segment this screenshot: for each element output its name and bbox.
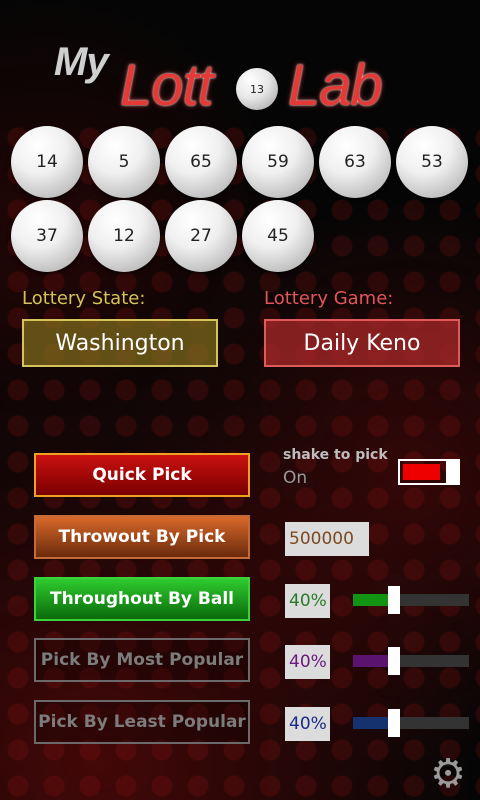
least-popular-percent-slider[interactable] (353, 709, 469, 737)
lottery-game-select[interactable]: Daily Keno (264, 319, 460, 367)
slider-thumb[interactable] (387, 586, 400, 614)
throwout-by-pick-button[interactable]: Throwout By Pick (34, 515, 250, 559)
app-logo: My Lott 13 Lab (50, 34, 430, 118)
number-ball: 37 (11, 200, 83, 272)
least-popular-percent-value: 40% (285, 707, 330, 741)
lottery-state-select[interactable]: Washington (22, 319, 218, 367)
slider-thumb[interactable] (387, 647, 400, 675)
most-popular-percent-value: 40% (285, 645, 330, 679)
pick-least-popular-button[interactable]: Pick By Least Popular (34, 700, 250, 744)
slider-thumb[interactable] (387, 709, 400, 737)
most-popular-percent-slider[interactable] (353, 647, 469, 675)
number-ball: 27 (165, 200, 237, 272)
quick-pick-button[interactable]: Quick Pick (34, 453, 250, 497)
logo-my: My (54, 40, 109, 84)
number-ball: 14 (11, 126, 83, 198)
number-ball: 45 (242, 200, 314, 272)
toggle-knob[interactable] (446, 459, 460, 485)
logo-lab: Lab (288, 53, 383, 118)
gear-icon[interactable]: ⚙ (428, 754, 468, 794)
throughout-by-ball-button[interactable]: Throughout By Ball (34, 577, 250, 621)
logo-ball: 13 (236, 68, 278, 110)
ball-percent-value: 40% (285, 584, 330, 618)
throwout-count-input[interactable]: 500000 (285, 522, 369, 556)
logo-lotto: Lott (120, 53, 214, 118)
number-ball: 63 (319, 126, 391, 198)
number-ball: 59 (242, 126, 314, 198)
number-ball: 65 (165, 126, 237, 198)
toggle-fill (403, 464, 440, 480)
shake-to-pick-label: shake to pick (283, 447, 388, 463)
number-ball: 12 (88, 200, 160, 272)
pick-most-popular-button[interactable]: Pick By Most Popular (34, 638, 250, 682)
number-ball: 5 (88, 126, 160, 198)
lottery-state-label: Lottery State: (22, 288, 146, 309)
shake-to-pick-toggle[interactable] (398, 459, 460, 485)
number-ball: 53 (396, 126, 468, 198)
shake-to-pick-state: On (283, 468, 308, 488)
ball-percent-slider[interactable] (353, 586, 469, 614)
lottery-game-label: Lottery Game: (264, 288, 394, 309)
